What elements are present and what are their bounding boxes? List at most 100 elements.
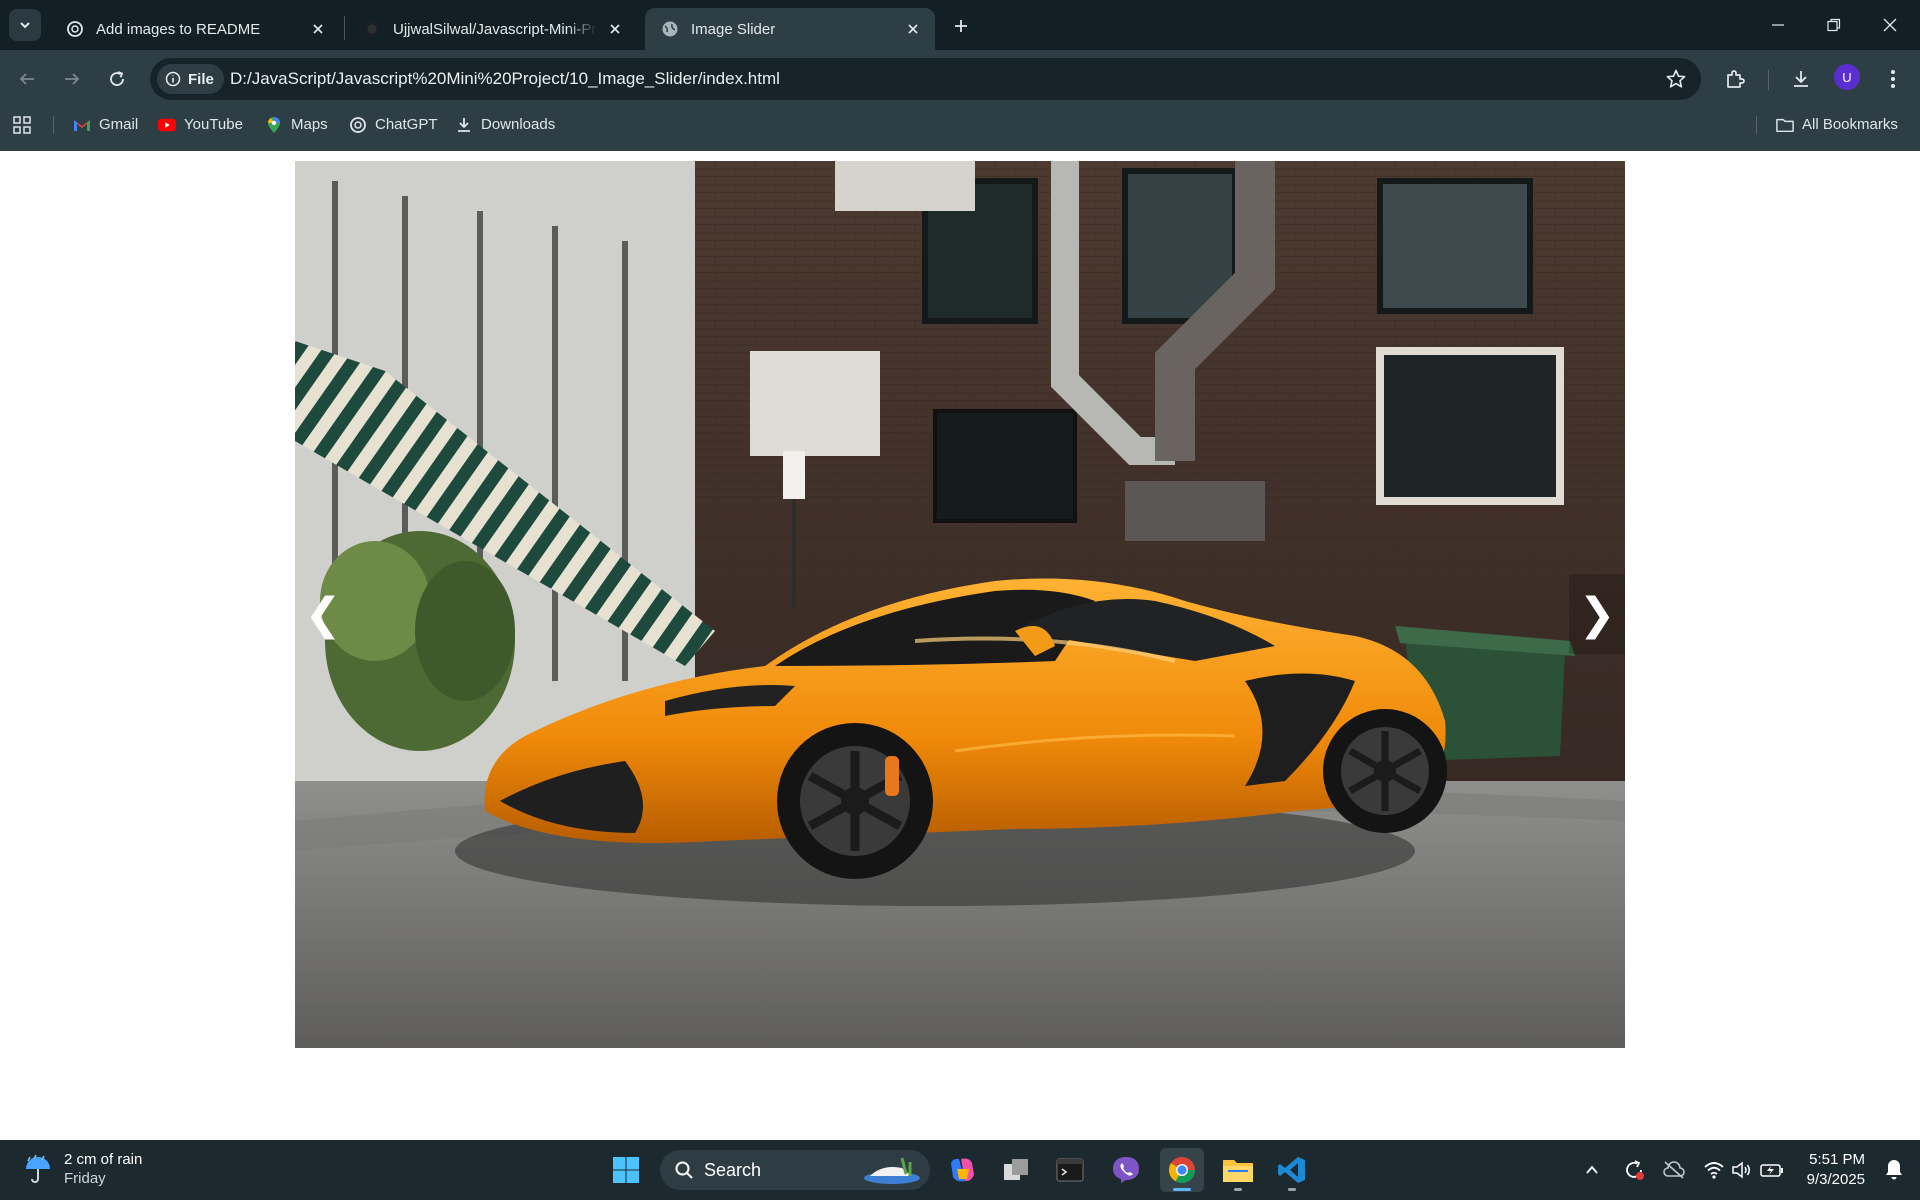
taskbar-terminal[interactable] bbox=[1048, 1148, 1092, 1192]
vscode-icon bbox=[1278, 1157, 1305, 1183]
chrome-menu-button[interactable] bbox=[1878, 64, 1908, 94]
puzzle-icon bbox=[1727, 70, 1745, 88]
bookmark-gmail[interactable]: Gmail bbox=[73, 108, 138, 141]
gmail-icon bbox=[73, 116, 91, 134]
running-indicator bbox=[1173, 1188, 1191, 1191]
bookmark-chatgpt[interactable]: ChatGPT bbox=[349, 108, 438, 141]
close-tab-icon[interactable] bbox=[605, 19, 625, 39]
youtube-icon bbox=[158, 116, 176, 134]
taskbar-vscode[interactable] bbox=[1270, 1148, 1314, 1192]
forward-button[interactable] bbox=[55, 62, 89, 96]
taskbar-viber[interactable] bbox=[1104, 1148, 1148, 1192]
search-highlight-icon bbox=[864, 1157, 920, 1184]
bookmark-youtube[interactable]: YouTube bbox=[158, 108, 243, 141]
weather-widget[interactable]: 2 cm of rain Friday bbox=[22, 1150, 142, 1188]
download-icon bbox=[455, 116, 473, 134]
bookmark-label: YouTube bbox=[184, 116, 243, 133]
close-tab-icon[interactable] bbox=[903, 19, 923, 39]
all-bookmarks-label: All Bookmarks bbox=[1802, 116, 1898, 133]
folder-icon bbox=[1223, 1160, 1253, 1182]
tab-search-button[interactable] bbox=[9, 9, 41, 41]
weather-summary: 2 cm of rain bbox=[64, 1151, 143, 1168]
chevron-down-icon bbox=[20, 22, 30, 29]
globe-icon bbox=[661, 20, 679, 38]
tray-sync[interactable] bbox=[1622, 1158, 1646, 1182]
download-icon bbox=[1794, 71, 1808, 87]
bookmark-maps[interactable]: Maps bbox=[265, 108, 328, 141]
toolbar-divider bbox=[1768, 70, 1769, 90]
tab-title: UjjwalSilwal/Javascript-Mini-Pro bbox=[393, 20, 597, 38]
extensions-button[interactable] bbox=[1720, 64, 1750, 94]
copilot-icon bbox=[951, 1158, 974, 1182]
restore-button[interactable] bbox=[1806, 0, 1862, 50]
bookmarks-divider bbox=[53, 116, 54, 134]
all-bookmarks-button[interactable]: All Bookmarks bbox=[1776, 108, 1898, 141]
bookmark-downloads[interactable]: Downloads bbox=[455, 108, 555, 141]
umbrella-rain-icon bbox=[26, 1154, 50, 1183]
start-button[interactable] bbox=[604, 1148, 648, 1192]
apps-grid-icon bbox=[13, 115, 31, 134]
taskbar-clock[interactable]: 5:51 PM 9/3/2025 bbox=[1807, 1150, 1865, 1190]
running-indicator bbox=[1288, 1188, 1296, 1191]
clock-date: 9/3/2025 bbox=[1806, 1171, 1865, 1188]
tray-onedrive[interactable] bbox=[1662, 1158, 1686, 1182]
bookmark-label: Gmail bbox=[99, 116, 139, 133]
tray-wifi[interactable] bbox=[1702, 1158, 1726, 1182]
prev-slide-button[interactable]: ❮ bbox=[295, 574, 351, 654]
tab-title: Add images to README bbox=[96, 20, 261, 38]
arrow-left-icon bbox=[19, 73, 34, 85]
clock-time: 5:51 PM bbox=[1809, 1151, 1865, 1168]
next-slide-button[interactable]: ❯ bbox=[1569, 574, 1625, 654]
reload-button[interactable] bbox=[100, 62, 134, 96]
taskbar-task-view[interactable] bbox=[994, 1148, 1038, 1192]
site-info-chip[interactable]: File bbox=[157, 64, 224, 94]
image-slider: ❮ ❯ bbox=[295, 161, 1625, 1048]
back-button[interactable] bbox=[10, 62, 44, 96]
tab-strip: Add images to README UjjwalSilwal/Javasc… bbox=[0, 0, 1920, 50]
taskbar-chrome[interactable] bbox=[1160, 1148, 1204, 1192]
scheme-label: File bbox=[188, 70, 214, 88]
arrow-right-icon bbox=[65, 73, 80, 85]
bookmark-label: Maps bbox=[291, 116, 328, 133]
close-window-button[interactable] bbox=[1862, 0, 1918, 50]
taskbar-search[interactable]: Search bbox=[660, 1150, 930, 1190]
slide-image bbox=[295, 161, 1625, 1048]
bookmarks-bar: Gmail YouTube Maps ChatGPT Downloads All… bbox=[0, 108, 1920, 151]
tab-image-slider[interactable]: Image Slider bbox=[645, 8, 935, 50]
info-icon bbox=[165, 71, 181, 87]
minimize-button[interactable] bbox=[1750, 0, 1806, 50]
maps-icon bbox=[265, 116, 283, 134]
tab-github-repo[interactable]: UjjwalSilwal/Javascript-Mini-Pro bbox=[347, 8, 637, 50]
tray-battery[interactable] bbox=[1760, 1158, 1784, 1182]
downloads-button[interactable] bbox=[1786, 64, 1816, 94]
more-vertical-icon bbox=[1891, 70, 1895, 88]
url-text[interactable]: D:/JavaScript/Javascript%20Mini%20Projec… bbox=[230, 69, 780, 89]
chatgpt-icon bbox=[66, 20, 84, 38]
chatgpt-icon bbox=[349, 116, 367, 134]
close-tab-icon[interactable] bbox=[308, 19, 328, 39]
bookmark-label: ChatGPT bbox=[375, 116, 438, 133]
chevron-up-icon bbox=[1586, 1165, 1598, 1174]
viber-icon bbox=[1113, 1157, 1139, 1183]
notifications-button[interactable] bbox=[1884, 1158, 1904, 1185]
new-tab-button[interactable] bbox=[948, 13, 974, 39]
show-hidden-icons-button[interactable] bbox=[1580, 1158, 1604, 1182]
profile-avatar[interactable]: U bbox=[1834, 64, 1860, 90]
tab-title: Image Slider bbox=[691, 20, 776, 38]
bell-icon bbox=[1886, 1160, 1902, 1180]
taskbar-file-explorer[interactable] bbox=[1216, 1148, 1260, 1192]
apps-button[interactable] bbox=[12, 108, 32, 141]
reload-icon bbox=[110, 71, 124, 86]
sync-alert-icon bbox=[1626, 1160, 1644, 1180]
address-bar[interactable]: File D:/JavaScript/Javascript%20Mini%20P… bbox=[150, 58, 1701, 100]
bookmarks-divider bbox=[1756, 116, 1757, 134]
windows-taskbar: 2 cm of rain Friday Search 5:51 PM 9/3/2… bbox=[0, 1140, 1920, 1200]
chrome-icon bbox=[1168, 1156, 1196, 1184]
taskbar-copilot[interactable] bbox=[940, 1148, 984, 1192]
task-view-icon bbox=[1004, 1159, 1028, 1180]
browser-toolbar: File D:/JavaScript/Javascript%20Mini%20P… bbox=[0, 50, 1920, 108]
tab-add-images[interactable]: Add images to README bbox=[50, 8, 340, 50]
battery-charging-icon bbox=[1760, 1164, 1783, 1177]
star-bookmark-icon[interactable] bbox=[1665, 68, 1687, 90]
tray-volume[interactable] bbox=[1730, 1158, 1754, 1182]
